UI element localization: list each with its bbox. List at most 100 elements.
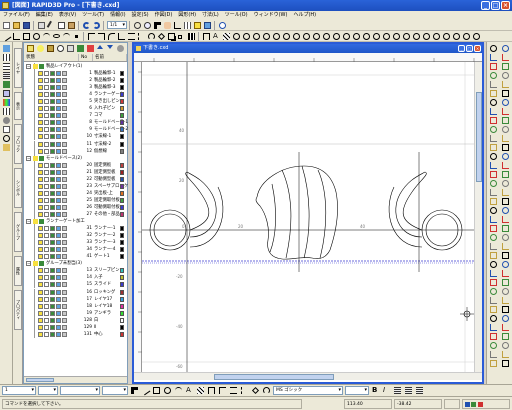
print-icon[interactable]: [50, 71, 55, 77]
grid-view-icon[interactable]: [2, 62, 11, 70]
block-icon[interactable]: [2, 89, 11, 97]
align-icon[interactable]: [415, 386, 424, 395]
menu-dimension[interactable]: 寸法(L): [202, 11, 219, 20]
eye-icon[interactable]: [56, 289, 61, 295]
minimize-button[interactable]: _: [481, 1, 490, 10]
edit-icon[interactable]: [62, 317, 67, 323]
properties-icon[interactable]: [2, 125, 11, 133]
eye-icon[interactable]: [56, 317, 61, 323]
collapse-toggle-icon[interactable]: −: [26, 219, 31, 225]
eye-icon[interactable]: [56, 106, 61, 112]
light-bulb-icon[interactable]: [38, 317, 43, 323]
rectangle-icon[interactable]: [152, 386, 161, 395]
eye-icon[interactable]: [56, 197, 61, 203]
line-icon[interactable]: [140, 385, 151, 396]
print-icon[interactable]: [50, 183, 55, 189]
lock-icon[interactable]: [44, 183, 49, 189]
light-bulb-icon[interactable]: [33, 64, 38, 69]
save-icon[interactable]: [22, 21, 31, 30]
light-bulb-icon[interactable]: [38, 233, 43, 239]
print-icon[interactable]: [50, 211, 55, 217]
tool-icon[interactable]: [489, 44, 498, 52]
tool-icon[interactable]: [501, 152, 510, 160]
text-icon[interactable]: A: [185, 386, 194, 395]
lock-icon[interactable]: [44, 275, 49, 281]
layer-row[interactable]: 24 突出板-上: [24, 189, 127, 197]
layer-row[interactable]: 11 寸法線-2: [24, 140, 127, 148]
tool-icon[interactable]: [489, 71, 498, 79]
lock-icon[interactable]: [44, 310, 49, 316]
eye-icon[interactable]: [56, 296, 61, 302]
print-icon[interactable]: [50, 92, 55, 98]
layer-row[interactable]: 131 中心: [24, 330, 127, 338]
ellipse-icon[interactable]: [52, 32, 61, 41]
layer-row[interactable]: 22 可動側型板: [24, 175, 127, 183]
edit-icon[interactable]: [62, 99, 67, 105]
eye-icon[interactable]: [56, 282, 61, 288]
chamfer-icon[interactable]: [117, 32, 126, 41]
circle-tool-icon[interactable]: [402, 32, 411, 41]
print-icon[interactable]: [50, 282, 55, 288]
eye-icon[interactable]: [56, 211, 61, 217]
light-bulb-icon[interactable]: [33, 261, 38, 267]
eye-icon[interactable]: [56, 275, 61, 281]
layer-combo[interactable]: 1: [2, 386, 36, 395]
lock-icon[interactable]: [44, 289, 49, 295]
align-icon[interactable]: [404, 386, 413, 395]
header-status[interactable]: 状態: [24, 54, 79, 61]
print-icon[interactable]: [50, 141, 55, 147]
edit-icon[interactable]: [62, 211, 67, 217]
light-bulb-icon[interactable]: [38, 148, 43, 154]
grid-view-icon[interactable]: [2, 53, 11, 61]
arc-icon[interactable]: [42, 32, 51, 41]
edit-icon[interactable]: [62, 296, 67, 302]
tool-icon[interactable]: [489, 170, 498, 178]
cut-icon[interactable]: [46, 20, 57, 30]
rotate-icon[interactable]: [262, 386, 271, 395]
lock-icon[interactable]: [44, 106, 49, 112]
layer-color-swatch[interactable]: [120, 282, 124, 288]
eye-icon[interactable]: [56, 113, 61, 119]
edit-icon[interactable]: [62, 204, 67, 210]
tool-icon[interactable]: [489, 143, 498, 151]
print-icon[interactable]: [50, 169, 55, 175]
lock-icon[interactable]: [44, 190, 49, 196]
header-no[interactable]: No: [79, 54, 93, 61]
tool-icon[interactable]: [489, 53, 498, 61]
light-bulb-icon[interactable]: [38, 310, 43, 316]
eye-icon[interactable]: [56, 120, 61, 126]
tool-icon[interactable]: [489, 206, 498, 214]
tool-icon[interactable]: [501, 305, 510, 313]
layer-color-swatch[interactable]: [120, 71, 124, 77]
drawing-canvas[interactable]: 40 20 0 -20 -40 -60 20 40: [142, 62, 474, 372]
eye-icon[interactable]: [56, 331, 61, 337]
tool-icon[interactable]: [501, 143, 510, 151]
layer-color-swatch[interactable]: [120, 183, 124, 189]
tool-icon[interactable]: [489, 179, 498, 187]
light-bulb-icon[interactable]: [38, 282, 43, 288]
grid-icon[interactable]: [183, 21, 192, 30]
edit-icon[interactable]: [62, 282, 67, 288]
scroll-thumb[interactable]: [476, 92, 482, 182]
tool-icon[interactable]: [501, 53, 510, 61]
layer-list-icon[interactable]: [2, 44, 11, 52]
print-icon[interactable]: [50, 134, 55, 140]
ortho-status-icon[interactable]: [477, 402, 483, 407]
lock-icon[interactable]: [44, 204, 49, 210]
circle-tool-icon[interactable]: [372, 32, 381, 41]
light-bulb-icon[interactable]: [38, 127, 43, 133]
tool-icon[interactable]: [489, 287, 498, 295]
tab-block[interactable]: ブロック: [14, 124, 22, 164]
lock-icon[interactable]: [44, 233, 49, 239]
tool-icon[interactable]: [489, 62, 498, 70]
eye-icon[interactable]: [56, 240, 61, 246]
eye-icon[interactable]: [56, 324, 61, 330]
tool-icon[interactable]: [489, 215, 498, 223]
tool-icon[interactable]: [501, 125, 510, 133]
tool-icon[interactable]: [489, 314, 498, 322]
layer-row[interactable]: 34 ランナー-4: [24, 246, 127, 254]
layer-color-swatch[interactable]: [120, 120, 124, 126]
layer-color-swatch[interactable]: [120, 240, 124, 246]
tool-icon[interactable]: [489, 305, 498, 313]
print-icon[interactable]: [50, 120, 55, 126]
